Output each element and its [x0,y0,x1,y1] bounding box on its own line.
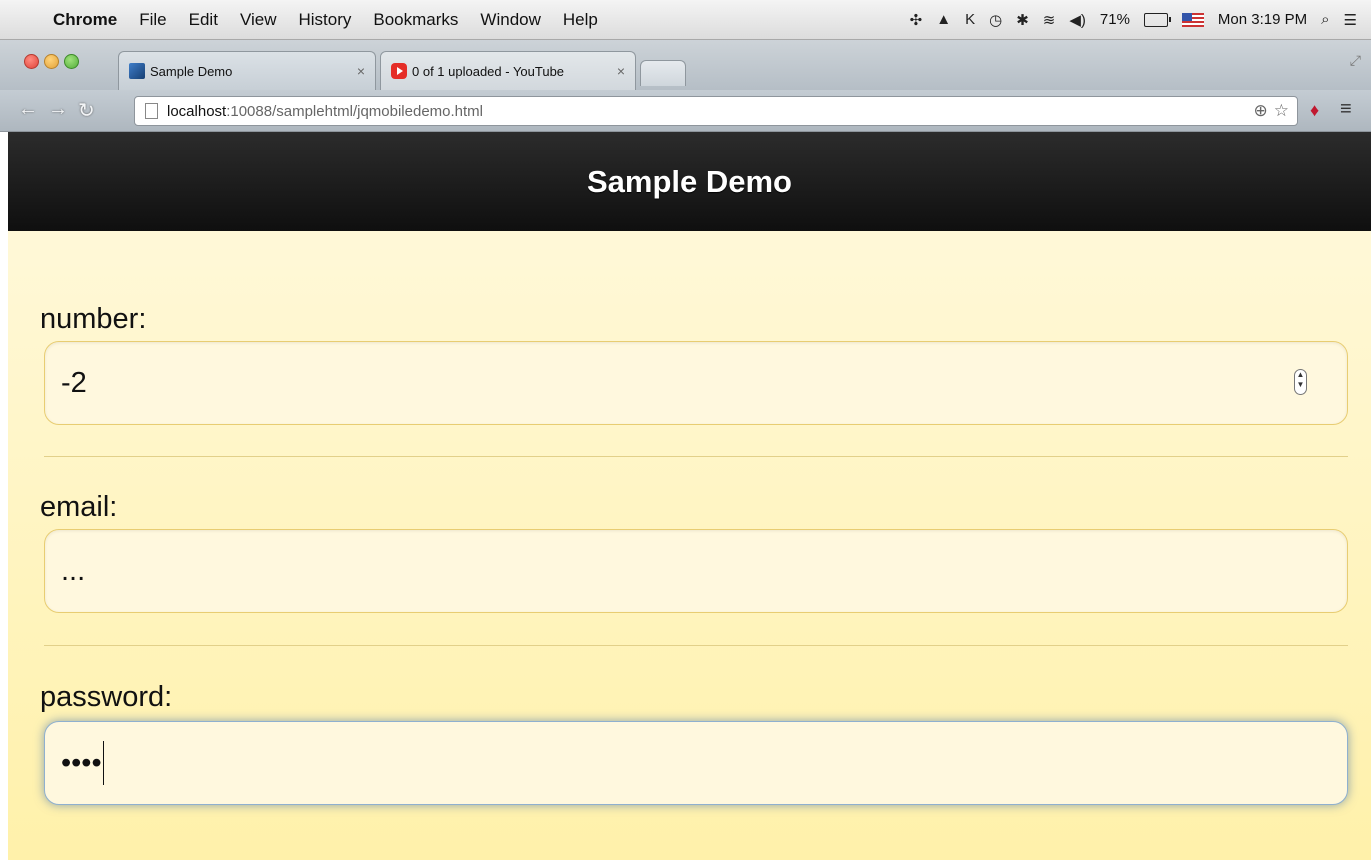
notification-center-icon[interactable]: ☰ [1344,11,1357,29]
password-input[interactable]: •••• [44,721,1348,805]
password-label: password: [40,681,173,713]
back-arrow-icon[interactable]: ← [18,98,38,121]
url-path: :10088/samplehtml/jqmobiledemo.html [226,102,483,120]
menu-app-name[interactable]: Chrome [42,10,128,30]
menu-history[interactable]: History [287,10,362,30]
number-value: -2 [61,366,87,399]
volume-icon[interactable]: ◀) [1069,11,1086,29]
address-bar[interactable]: localhost :10088/samplehtml/jqmobiledemo… [134,96,1298,126]
bluetooth-icon[interactable]: ✱ [1016,11,1029,29]
time-machine-icon[interactable]: ◷ [989,11,1002,29]
email-input[interactable]: ... [44,529,1348,613]
text-caret [102,741,104,785]
status-area: ✣ ▲ K ◷ ✱ ≋ ◀) 71% Mon 3:19 PM ⌕ ☰ [910,11,1371,29]
zoom-window-button[interactable] [64,54,79,69]
reload-icon[interactable]: ↻ [78,98,95,123]
zoom-icon[interactable]: ⊕ [1254,101,1268,121]
menu-window[interactable]: Window [469,10,551,30]
divider [44,456,1348,457]
tab-sample-demo[interactable]: Sample Demo × [118,51,376,90]
number-label: number: [40,303,147,335]
tab-youtube[interactable]: 0 of 1 uploaded - YouTube × [380,51,636,90]
menu-bookmarks[interactable]: Bookmarks [362,10,469,30]
wifi-icon[interactable]: ≋ [1043,11,1056,29]
battery-percent[interactable]: 71% [1100,11,1130,28]
bookmark-star-icon[interactable]: ☆ [1274,101,1289,121]
new-tab-button[interactable] [640,60,686,86]
dropbox-icon[interactable]: ✣ [910,11,923,29]
menu-edit[interactable]: Edit [178,10,229,30]
battery-icon[interactable] [1143,12,1171,27]
omnibox-icons: ⊕ ☆ [1254,101,1298,121]
number-stepper-icon[interactable]: ▲ ▼ [1294,369,1307,395]
menu-file[interactable]: File [128,10,177,30]
url-host: localhost [167,102,227,120]
spotlight-icon[interactable]: ⌕ [1321,11,1329,28]
browser-toolbar: ← → ↻ localhost :10088/samplehtml/jqmobi… [0,90,1371,132]
tab-strip: Sample Demo × 0 of 1 uploaded - YouTube … [0,40,1371,90]
menu-view[interactable]: View [229,10,288,30]
email-value: ... [61,554,86,587]
page-icon [145,103,158,119]
menu-help[interactable]: Help [552,10,609,30]
tab-title: 0 of 1 uploaded - YouTube [412,63,565,79]
page-header: Sample Demo [8,132,1371,231]
close-window-button[interactable] [24,54,39,69]
drive-icon[interactable]: ▲ [936,11,951,28]
forward-arrow-icon[interactable]: → [48,98,68,121]
us-flag-icon[interactable] [1181,12,1204,27]
password-value: •••• [61,746,102,779]
email-label: email: [40,491,118,523]
clock[interactable]: Mon 3:19 PM [1218,11,1307,28]
fullscreen-icon[interactable]: ⤢ [1350,52,1361,69]
chrome-menu-icon[interactable]: ≡ [1340,98,1352,121]
divider [44,645,1348,646]
close-tab-icon[interactable]: × [617,63,625,79]
k-app-icon[interactable]: K [965,11,975,28]
minimize-window-button[interactable] [44,54,59,69]
extension-icon[interactable]: ♦ [1310,100,1319,121]
page-title: Sample Demo [586,163,792,199]
page-favicon-icon [129,63,145,79]
youtube-favicon-icon [391,63,407,79]
menu-bar: Chrome File Edit View History Bookmarks … [0,0,1371,40]
number-input[interactable]: -2 ▲ ▼ [44,341,1348,425]
tab-title: Sample Demo [150,63,233,79]
close-tab-icon[interactable]: × [357,63,365,79]
form-content: number: -2 ▲ ▼ email: ... password: •••• [8,231,1371,860]
